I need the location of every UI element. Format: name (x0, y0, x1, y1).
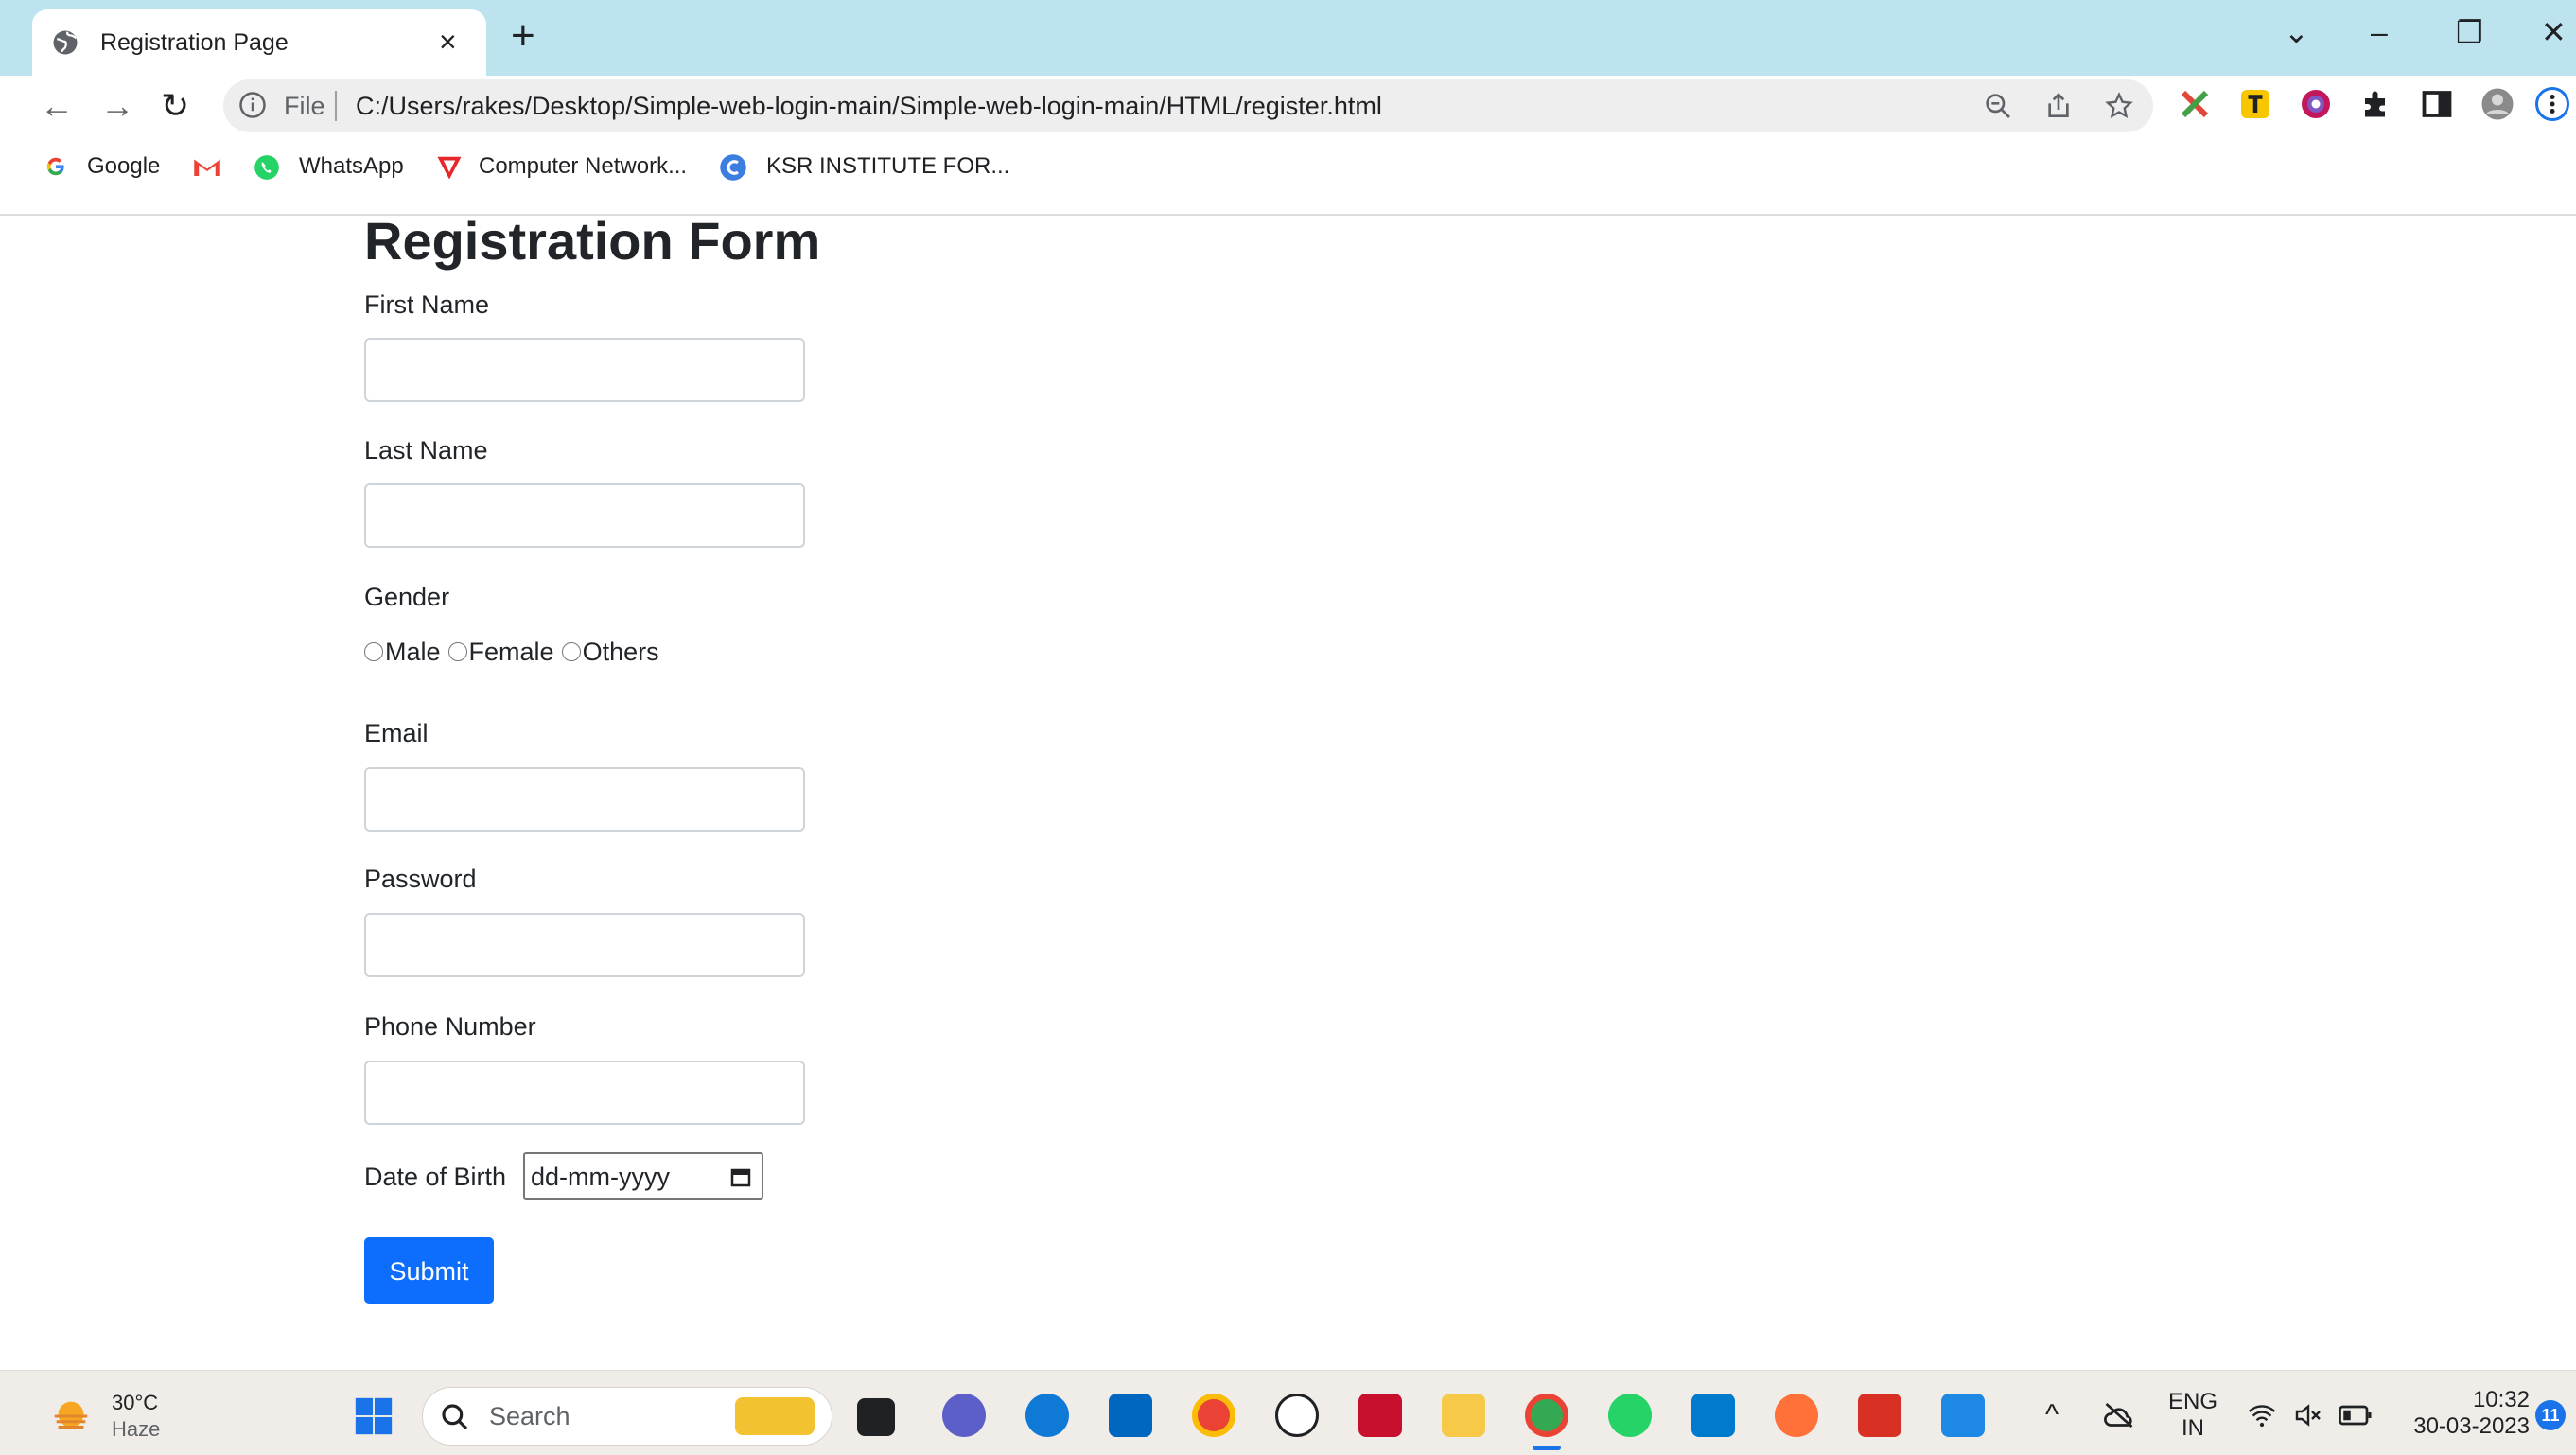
gender-option-label: Female (468, 637, 554, 666)
extension-t-icon[interactable] (2238, 87, 2272, 121)
phone-number-input[interactable] (364, 1061, 805, 1125)
windows-start-icon[interactable] (352, 1394, 395, 1438)
edge-icon[interactable] (1025, 1394, 1069, 1437)
volume-muted-icon[interactable] (2291, 1400, 2325, 1430)
bookmark-gmail[interactable] (193, 149, 221, 184)
calendar-icon[interactable] (729, 1166, 752, 1188)
extension-x-icon[interactable] (2178, 87, 2212, 121)
puzzle-icon[interactable] (2359, 87, 2393, 121)
window-close-icon[interactable]: ✕ (2541, 13, 2567, 51)
menu-icon[interactable] (2535, 87, 2569, 121)
bookmark-label: Computer Network... (479, 153, 688, 179)
bookmark-label: Google (87, 153, 161, 179)
tab-search-icon[interactable]: ⌄ (2284, 13, 2309, 51)
taskbar-search[interactable]: Search (422, 1387, 832, 1446)
photos-icon[interactable] (1941, 1394, 1985, 1437)
mcafee-icon[interactable] (1358, 1394, 1402, 1437)
active-app-indicator (1533, 1446, 1561, 1450)
last-name-input[interactable] (364, 483, 805, 548)
date-placeholder: dd-mm-yyyy (531, 1163, 670, 1191)
date-of-birth-label: Date of Birth (364, 1163, 507, 1191)
region-code: IN (2182, 1415, 2204, 1441)
bookmark-star-icon[interactable] (2104, 91, 2134, 121)
bookmark-label: KSR INSTITUTE FOR... (766, 153, 1010, 179)
date-of-birth-input[interactable]: dd-mm-yyyy (523, 1152, 763, 1200)
gender-label: Gender (364, 583, 450, 611)
phone-number-label: Phone Number (364, 1012, 536, 1041)
gender-radio-female[interactable] (447, 642, 467, 661)
omnibox-separator (335, 91, 337, 121)
tab-close-icon[interactable]: × (439, 25, 457, 59)
scheme-label: File (284, 92, 325, 120)
url-text[interactable]: C:/Users/rakes/Desktop/Simple-web-login-… (356, 91, 1382, 121)
battery-icon[interactable] (2339, 1402, 2373, 1429)
address-bar[interactable]: File C:/Users/rakes/Desktop/Simple-web-l… (223, 79, 2153, 132)
gmail-icon (194, 159, 220, 176)
globe-icon (53, 30, 78, 55)
search-icon (442, 1404, 468, 1430)
minimize-icon[interactable]: – (2371, 13, 2388, 51)
page-title: Registration Form (364, 211, 821, 271)
reload-icon[interactable]: ↻ (161, 83, 189, 129)
vscode-icon[interactable] (1691, 1394, 1735, 1437)
language-indicator[interactable]: ENG IN (2164, 1389, 2221, 1444)
weather-widget[interactable]: 30°C Haze (49, 1387, 182, 1444)
google-icon (46, 157, 64, 176)
new-tab-button[interactable]: + (511, 15, 535, 57)
gender-option-label: Others (582, 637, 659, 666)
tab-title: Registration Page (100, 29, 289, 56)
email-input[interactable] (364, 767, 805, 832)
task-view-icon[interactable] (857, 1398, 895, 1436)
store-icon[interactable] (1109, 1394, 1152, 1437)
tab-strip: Registration Page × + ⌄ – ❐ ✕ (0, 0, 2576, 76)
gender-radio-others[interactable] (561, 642, 581, 661)
restore-icon[interactable]: ❐ (2456, 13, 2483, 51)
clock-time: 10:32 (2472, 1387, 2530, 1412)
search-label: Search (489, 1402, 570, 1430)
profile-avatar[interactable] (2480, 87, 2515, 121)
clock[interactable]: 10:32 30-03-2023 (2397, 1387, 2530, 1444)
app-icon[interactable] (1858, 1394, 1901, 1437)
teams-chat-icon[interactable] (942, 1394, 986, 1437)
first-name-input[interactable] (364, 338, 805, 402)
gender-option-label: Male (385, 637, 441, 666)
email-label: Email (364, 719, 429, 747)
onedrive-icon[interactable] (2102, 1400, 2136, 1430)
whatsapp-icon (254, 155, 279, 180)
file-explorer-icon[interactable] (1442, 1394, 1485, 1437)
first-name-label: First Name (364, 290, 490, 319)
extension-circle-icon[interactable] (2299, 87, 2333, 121)
active-tab[interactable]: Registration Page × (32, 9, 486, 76)
haze-sun-icon (54, 1401, 88, 1429)
gender-radio-group: Male Female Others (364, 636, 659, 668)
forward-icon[interactable]: → (100, 83, 134, 129)
chrome-icon[interactable] (1192, 1394, 1235, 1437)
side-panel-icon[interactable] (2420, 87, 2454, 121)
password-input[interactable] (364, 913, 805, 977)
back-icon[interactable]: ← (40, 83, 74, 129)
weather-condition: Haze (112, 1417, 161, 1441)
info-icon[interactable] (238, 91, 267, 119)
zoom-icon[interactable] (1983, 91, 2013, 121)
whatsapp-app-icon[interactable] (1608, 1394, 1652, 1437)
weather-temp: 30°C (112, 1391, 159, 1414)
password-label: Password (364, 865, 477, 893)
bookmark-label: WhatsApp (299, 153, 404, 179)
search-highlight-image (735, 1397, 815, 1435)
ksr-icon (720, 154, 746, 181)
chrome-active-icon[interactable] (1525, 1394, 1568, 1437)
notification-badge[interactable]: 11 (2535, 1400, 2566, 1430)
share-icon[interactable] (2043, 91, 2074, 121)
language-code: ENG (2167, 1389, 2217, 1414)
tray-overflow-icon[interactable]: ^ (2045, 1398, 2059, 1432)
wifi-icon[interactable] (2246, 1400, 2278, 1430)
submit-button[interactable]: Submit (364, 1237, 494, 1304)
gender-radio-male[interactable] (364, 642, 383, 661)
last-name-label: Last Name (364, 436, 488, 465)
clock-date: 30-03-2023 (2413, 1413, 2530, 1439)
dell-icon[interactable] (1275, 1394, 1319, 1437)
vivaldi-icon (437, 156, 462, 180)
firefox-icon[interactable] (1775, 1394, 1818, 1437)
